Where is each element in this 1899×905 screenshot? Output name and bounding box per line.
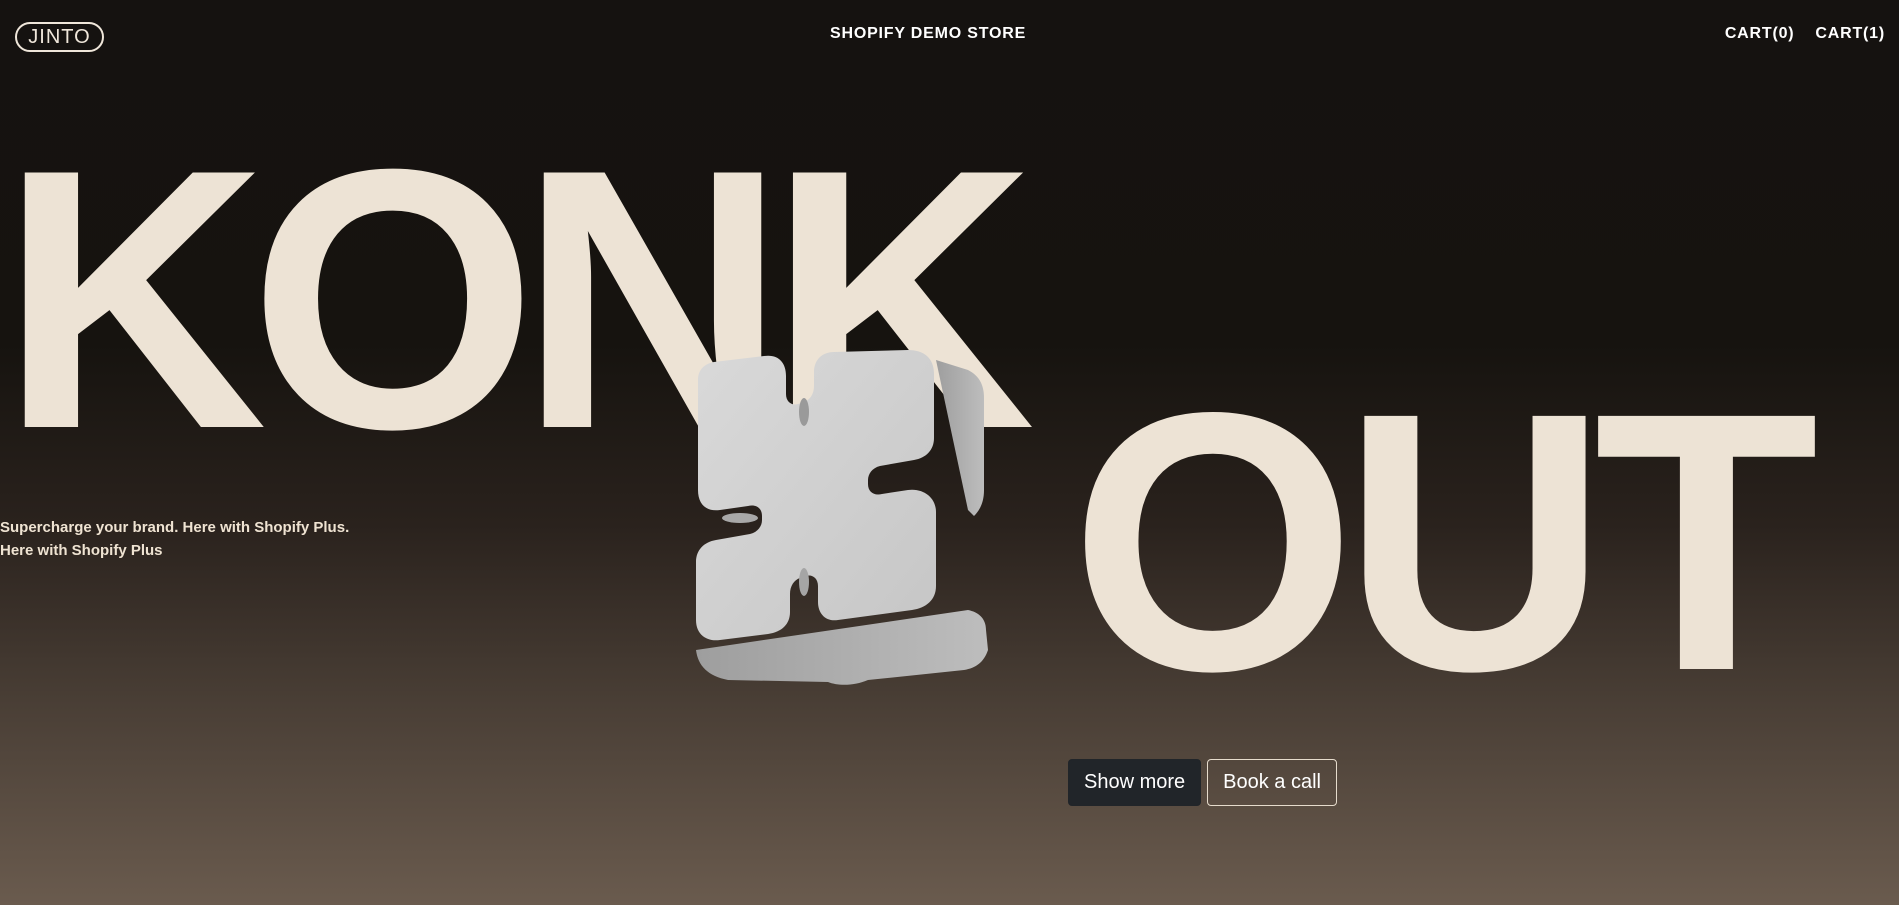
tagline-line-1: Supercharge your brand. Here with Shopif…: [0, 519, 350, 536]
tagline-line-2: Here with Shopify Plus: [0, 542, 163, 559]
hero-word-out: OUT: [1070, 336, 1819, 747]
hero-tagline: Supercharge your brand. Here with Shopif…: [0, 516, 349, 562]
jinto-logo[interactable]: JINTO: [15, 22, 104, 52]
cart-link-0[interactable]: CART(0): [1725, 25, 1795, 43]
show-more-button[interactable]: Show more: [1068, 759, 1202, 806]
hero-3d-shape-image: [696, 350, 988, 685]
store-title-link[interactable]: SHOPIFY DEMO STORE: [830, 25, 1026, 43]
cart-link-1[interactable]: CART(1): [1815, 25, 1885, 43]
cart-nav: CART(0) CART(1): [1725, 25, 1885, 43]
hero-actions: Show more Book a call: [1068, 759, 1337, 806]
book-a-call-button[interactable]: Book a call: [1207, 759, 1337, 806]
